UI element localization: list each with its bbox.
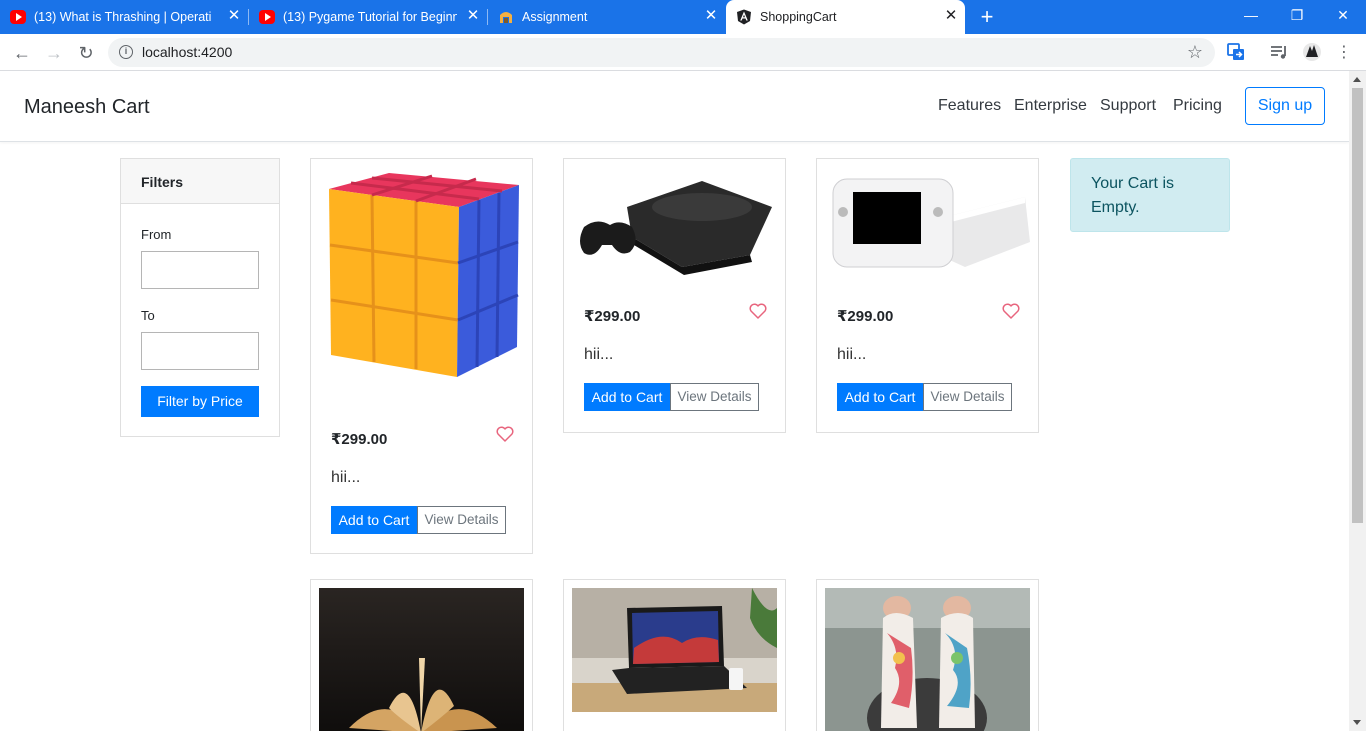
close-tab-icon[interactable]: ✕	[943, 8, 959, 24]
scrollbar-thumb[interactable]	[1352, 88, 1363, 523]
sneakers-image[interactable]	[825, 588, 1030, 731]
nav-link-support[interactable]: Support	[1100, 97, 1156, 115]
product-card	[310, 579, 533, 731]
media-queue-icon[interactable]	[1269, 42, 1289, 62]
to-price-input[interactable]	[141, 332, 259, 370]
profile-avatar-icon[interactable]	[1302, 42, 1322, 62]
nav-link-features[interactable]: Features	[938, 97, 1001, 115]
wii-u-console-image[interactable]	[825, 167, 1030, 277]
close-tab-icon[interactable]: ✕	[465, 8, 481, 24]
browser-toolbar: ← → ↻ i localhost:4200 ☆ ⋮	[0, 34, 1366, 71]
scroll-down-arrow-icon[interactable]	[1353, 720, 1361, 725]
page-viewport: Maneesh Cart Features Enterprise Support…	[0, 71, 1349, 731]
filters-panel: Filters From To Filter by Price	[120, 158, 280, 437]
back-icon[interactable]: ←	[9, 40, 35, 66]
from-label: From	[141, 227, 172, 242]
playstation-console-image[interactable]	[572, 167, 777, 277]
product-card	[816, 579, 1039, 731]
close-window-icon[interactable]: ✕	[1320, 0, 1366, 30]
nav-link-enterprise[interactable]: Enterprise	[1014, 97, 1087, 115]
product-card: ₹299.00 hii... Add to Cart View Details	[816, 158, 1039, 433]
from-price-input[interactable]	[141, 251, 259, 289]
product-description: hii...	[331, 469, 361, 486]
address-bar[interactable]: i localhost:4200 ☆	[108, 38, 1215, 67]
browser-tab[interactable]: Assignment ✕	[488, 0, 725, 34]
page-scrollbar[interactable]	[1349, 71, 1366, 731]
restore-window-icon[interactable]: ❐	[1274, 0, 1320, 30]
close-tab-icon[interactable]: ✕	[703, 8, 719, 24]
to-label: To	[141, 308, 155, 323]
rubiks-cube-image[interactable]	[319, 167, 524, 392]
reload-icon[interactable]: ↻	[73, 40, 99, 66]
youtube-icon	[259, 10, 275, 24]
filters-title: Filters	[121, 159, 279, 204]
brand-logo[interactable]: Maneesh Cart	[24, 96, 150, 119]
add-to-cart-button[interactable]: Add to Cart	[584, 383, 670, 411]
cart-empty-alert: Your Cart is Empty.	[1070, 158, 1230, 232]
youtube-icon	[10, 10, 26, 24]
bookmark-star-icon[interactable]: ☆	[1187, 42, 1203, 63]
assignment-site-icon	[500, 12, 512, 23]
tab-title: ShoppingCart	[760, 10, 837, 24]
product-card	[563, 579, 786, 731]
filter-by-price-button[interactable]: Filter by Price	[141, 386, 259, 417]
browser-tab-strip: (13) What is Thrashing | Operatin ✕ (13)…	[0, 0, 1366, 34]
product-description: hii...	[584, 346, 614, 363]
tab-title: (13) Pygame Tutorial for Beginne	[283, 10, 457, 24]
wishlist-heart-icon[interactable]	[749, 303, 767, 319]
nav-link-pricing[interactable]: Pricing	[1173, 97, 1222, 115]
wishlist-heart-icon[interactable]	[1002, 303, 1020, 319]
app-navbar: Maneesh Cart Features Enterprise Support…	[0, 71, 1349, 142]
laptop-image[interactable]	[572, 588, 777, 712]
product-description: hii...	[837, 346, 867, 363]
minimize-window-icon[interactable]: ―	[1228, 0, 1274, 30]
close-tab-icon[interactable]: ✕	[226, 8, 242, 24]
url-text[interactable]: localhost:4200	[142, 44, 232, 60]
forward-icon[interactable]: →	[41, 40, 67, 66]
product-price: ₹299.00	[584, 308, 641, 325]
add-to-cart-button[interactable]: Add to Cart	[331, 506, 417, 534]
signup-button[interactable]: Sign up	[1245, 87, 1325, 125]
product-price: ₹299.00	[837, 308, 894, 325]
open-book-image[interactable]	[319, 588, 524, 731]
browser-tab[interactable]: (13) Pygame Tutorial for Beginne ✕	[249, 0, 487, 34]
product-card: ₹299.00 hii... Add to Cart View Details	[310, 158, 533, 554]
wishlist-heart-icon[interactable]	[496, 426, 514, 442]
scroll-up-arrow-icon[interactable]	[1353, 77, 1361, 82]
tab-title: Assignment	[522, 10, 588, 24]
product-price: ₹299.00	[331, 431, 388, 448]
view-details-button[interactable]: View Details	[417, 506, 506, 534]
browser-menu-icon[interactable]: ⋮	[1331, 40, 1357, 66]
add-to-cart-button[interactable]: Add to Cart	[837, 383, 923, 411]
view-details-button[interactable]: View Details	[923, 383, 1012, 411]
view-details-button[interactable]: View Details	[670, 383, 759, 411]
product-card: ₹299.00 hii... Add to Cart View Details	[563, 158, 786, 433]
browser-tab[interactable]: (13) What is Thrashing | Operatin ✕	[0, 0, 248, 34]
translate-extension-icon[interactable]	[1226, 42, 1246, 62]
tab-title: (13) What is Thrashing | Operatin	[34, 10, 212, 24]
new-tab-button[interactable]: +	[975, 5, 999, 29]
angular-icon	[737, 9, 751, 25]
browser-tab-active[interactable]: ShoppingCart ✕	[726, 0, 965, 34]
site-info-icon[interactable]: i	[119, 45, 133, 59]
